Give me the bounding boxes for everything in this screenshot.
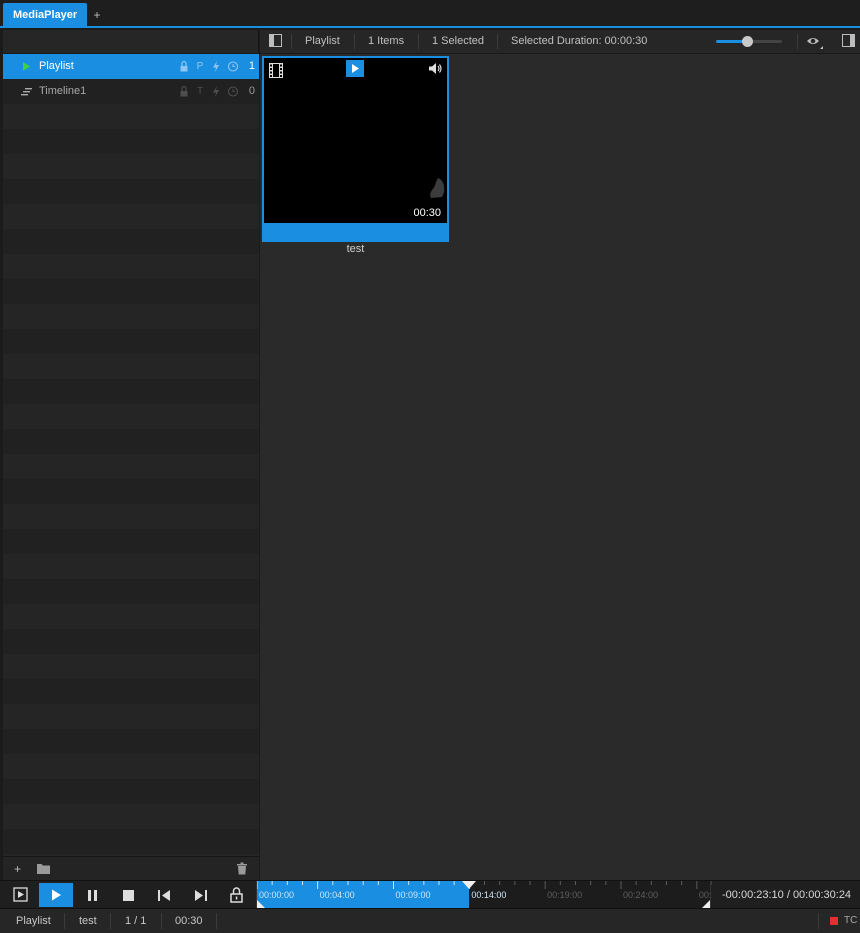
out-point-marker[interactable]	[700, 898, 710, 908]
timeline-tick-label: 00:24:00	[623, 890, 659, 900]
record-indicator	[830, 917, 838, 925]
next-button[interactable]	[183, 883, 217, 907]
volume-icon[interactable]	[428, 62, 443, 78]
video-frame-shape	[429, 177, 446, 202]
playlist-name: Playlist	[39, 60, 74, 72]
tab-mediaplayer[interactable]: MediaPlayer	[3, 3, 88, 28]
bolt-icon[interactable]	[210, 79, 222, 114]
status-playlist: Playlist	[16, 915, 51, 927]
status-index: 1 / 1	[125, 915, 147, 927]
play-button[interactable]	[39, 883, 73, 907]
add-tab-button[interactable]: +	[89, 3, 105, 28]
trash-icon[interactable]	[236, 862, 248, 878]
film-icon	[269, 63, 283, 81]
timeline-tick-labels: 00:00:00 00:04:00 00:09:00 00:14:00 00:19:00…	[257, 881, 712, 908]
timecode-source-label: TC	[844, 915, 858, 926]
playlist-item-count: 1	[248, 60, 255, 72]
clock-icon[interactable]	[227, 79, 239, 114]
play-icon	[19, 54, 33, 79]
play-mode-button[interactable]	[3, 883, 37, 907]
toolbar-divider	[354, 34, 355, 49]
timeline-tick-label: 00:14:00	[471, 890, 507, 900]
thumbnail-title: test	[346, 243, 365, 255]
play-icon[interactable]	[346, 60, 364, 77]
status-bar: Playlist test 1 / 1 00:30 TC	[0, 908, 860, 933]
eye-icon[interactable]	[806, 35, 824, 53]
playlist-flag-t[interactable]: T	[194, 79, 206, 104]
playlist-panel: Playlist P 1 Timeline1 T 0 +	[3, 30, 259, 880]
folder-icon[interactable]	[36, 862, 51, 878]
thumbnail-duration: 00:30	[410, 206, 444, 220]
timeline-tick-label: 00:04:00	[319, 890, 355, 900]
playlist-panel-footer: +	[3, 856, 259, 880]
playlist-row-playlist[interactable]: Playlist P 1	[3, 54, 259, 79]
toolbar-divider	[291, 34, 292, 49]
toggle-left-panel-icon[interactable]	[269, 34, 282, 50]
selected-duration-label: Selected Duration: 00:00:30	[511, 35, 648, 47]
status-divider	[161, 913, 162, 929]
pause-button[interactable]	[75, 883, 109, 907]
status-divider	[216, 913, 217, 929]
media-grid: 00:30 test	[260, 54, 860, 880]
playlist-name: Timeline1	[39, 85, 87, 97]
status-divider	[64, 913, 65, 929]
timeline-icon	[19, 79, 33, 104]
playlist-panel-header	[3, 30, 258, 54]
timecode-display: -00:00:23:10 / 00:00:30:24	[722, 889, 852, 901]
stop-button[interactable]	[111, 883, 145, 907]
content-toolbar: Playlist 1 Items 1 Selected Selected Dur…	[260, 30, 860, 54]
add-playlist-button[interactable]: +	[14, 857, 21, 881]
item-count-label: 1 Items	[368, 35, 405, 47]
lock-button[interactable]	[219, 883, 253, 907]
toggle-right-panel-icon[interactable]	[842, 34, 855, 50]
thumbnail-size-slider[interactable]	[716, 34, 782, 49]
toolbar-divider	[797, 34, 798, 49]
selected-count-label: 1 Selected	[432, 35, 484, 47]
playlist-flag-p[interactable]: P	[194, 54, 206, 79]
timeline-tick-label: 00:09:00	[395, 890, 431, 900]
tab-bar: MediaPlayer +	[0, 0, 860, 28]
media-thumbnail-card[interactable]: 00:30	[262, 56, 449, 242]
status-divider	[818, 913, 819, 929]
toolbar-divider	[418, 34, 419, 49]
previous-button[interactable]	[147, 883, 181, 907]
timeline-scrubber[interactable]: 00:00:00 00:04:00 00:09:00 00:14:00 00:19:00…	[256, 881, 712, 908]
playlist-list: Playlist P 1 Timeline1 T 0	[3, 54, 259, 856]
lock-icon[interactable]	[178, 79, 190, 114]
transport-bar: 00:00:00 00:04:00 00:09:00 00:14:00 00:19:00…	[0, 880, 860, 908]
toolbar-playlist-label: Playlist	[305, 35, 340, 47]
playhead-marker[interactable]	[461, 881, 477, 891]
status-divider	[110, 913, 111, 929]
timeline-tick-label: 00:19:00	[547, 890, 583, 900]
toolbar-divider	[497, 34, 498, 49]
video-preview: 00:30	[264, 58, 447, 223]
status-duration: 00:30	[175, 915, 203, 927]
playlist-item-count: 0	[248, 85, 255, 97]
in-point-marker[interactable]	[257, 898, 267, 908]
status-clip: test	[79, 915, 97, 927]
slider-handle[interactable]	[742, 36, 754, 47]
playlist-row-timeline1[interactable]: Timeline1 T 0	[3, 79, 259, 104]
